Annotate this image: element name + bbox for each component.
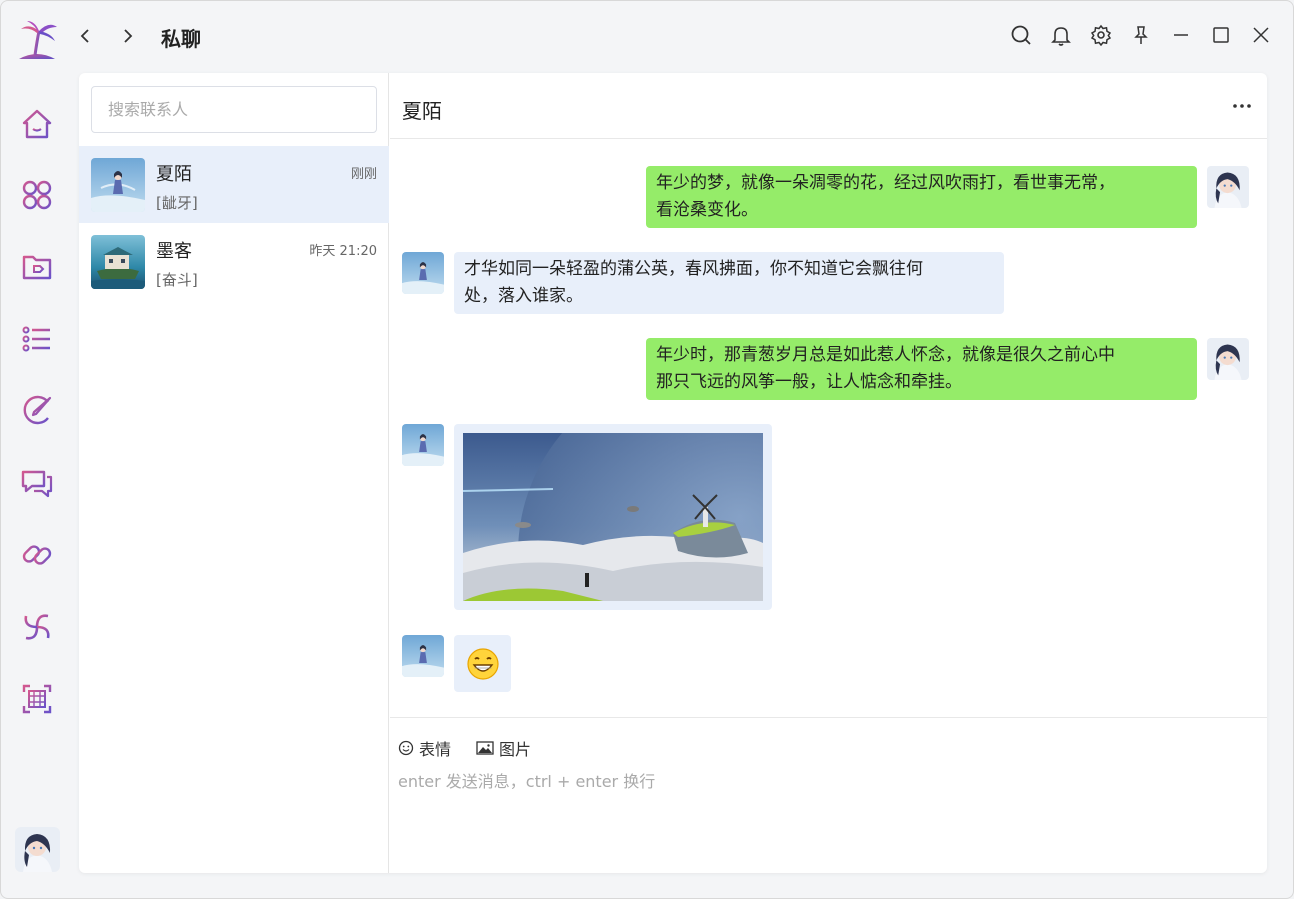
avatar: [91, 235, 145, 289]
avatar: [91, 158, 145, 212]
chat-pane: 夏陌 年少的梦，就像一朵凋零的花，经过风吹雨打，看世事无常， 看沧桑变化。 才华…: [390, 73, 1267, 873]
message-line: 才华如同一朵轻盈的蒲公英，春风拂面，你不知道它会飘往何: [464, 259, 923, 279]
more-icon[interactable]: [1231, 95, 1253, 117]
app-logo-icon: [15, 19, 59, 63]
home-icon: [22, 109, 52, 139]
app-window: 私聊 搜索联系人 夏陌 刚刚 [龇牙] 墨客 昨天 21:20 [奋斗] 夏陌 …: [0, 0, 1294, 899]
contact-item[interactable]: 墨客 昨天 21:20 [奋斗]: [79, 223, 389, 300]
chevron-left-icon: [80, 29, 89, 43]
chevron-right-icon: [124, 29, 133, 43]
close-icon[interactable]: [1249, 23, 1273, 47]
message-line: 年少时，那青葱岁月总是如此惹人怀念，就像是很久之前心中: [656, 345, 1115, 365]
message-bubble-sent[interactable]: 年少的梦，就像一朵凋零的花，经过风吹雨打，看世事无常， 看沧桑变化。: [646, 166, 1197, 228]
grin-emoji-icon: [466, 647, 499, 680]
message-bubble-received[interactable]: 才华如同一朵轻盈的蒲公英，春风拂面，你不知道它会飘往何 处，落入谁家。: [454, 252, 1004, 314]
message-line: 那只飞远的风筝一般，让人惦念和牵挂。: [656, 372, 962, 392]
rail-chat[interactable]: [19, 465, 55, 501]
pin-icon[interactable]: [1129, 23, 1153, 47]
search-icon[interactable]: [1009, 23, 1033, 47]
avatar[interactable]: [402, 424, 444, 466]
rail-list[interactable]: [19, 321, 55, 357]
contacts-pane: 夏陌 刚刚 [龇牙] 墨客 昨天 21:20: [79, 73, 389, 873]
chat-title: 夏陌: [402, 99, 442, 123]
message-input[interactable]: [396, 766, 1256, 862]
rail-paint[interactable]: [19, 393, 55, 429]
minimize-icon[interactable]: [1169, 23, 1193, 47]
main-panel: 夏陌 刚刚 [龇牙] 墨客 昨天 21:20: [79, 73, 1267, 873]
contact-last-message: [奋斗]: [156, 271, 198, 289]
rail-grid[interactable]: [19, 681, 55, 717]
title-bar: 私聊: [1, 1, 1293, 71]
message-emoji-bubble[interactable]: [454, 635, 511, 692]
image-button[interactable]: 图片: [476, 736, 531, 760]
rail-link[interactable]: [19, 537, 55, 573]
user-avatar[interactable]: [15, 827, 60, 872]
avatar[interactable]: [402, 635, 444, 677]
rail-folder[interactable]: [19, 249, 55, 285]
grid-icon: [22, 684, 52, 714]
contact-time: 刚刚: [350, 167, 377, 182]
smile-icon: [398, 740, 414, 756]
message-line: 看沧桑变化。: [656, 200, 758, 220]
link-icon: [22, 545, 52, 565]
contact-item[interactable]: 夏陌 刚刚 [龇牙]: [79, 146, 389, 223]
message-line: 年少的梦，就像一朵凋零的花，经过风吹雨打，看世事无常，: [656, 173, 1115, 193]
image-button-label: 图片: [499, 740, 532, 759]
bell-icon[interactable]: [1049, 23, 1073, 47]
message-line: 处，落入谁家。: [464, 286, 583, 306]
contact-name: 墨客: [156, 241, 192, 262]
forward-button[interactable]: [114, 23, 140, 49]
maximize-icon[interactable]: [1209, 23, 1233, 47]
side-rail: [1, 71, 77, 898]
message-list: 年少的梦，就像一朵凋零的花，经过风吹雨打，看世事无常， 看沧桑变化。 才华如同一…: [390, 140, 1267, 738]
rail-home[interactable]: [19, 106, 55, 142]
list-icon: [22, 326, 50, 352]
window-controls: [1009, 23, 1273, 47]
avatar[interactable]: [402, 252, 444, 294]
rail-vortex[interactable]: [19, 609, 55, 645]
apps-icon: [22, 180, 52, 210]
vortex-icon: [24, 614, 50, 640]
message-image-bubble[interactable]: [454, 368, 888, 738]
avatar[interactable]: [1207, 338, 1249, 380]
message-image[interactable]: [462, 368, 888, 738]
back-button[interactable]: [73, 23, 99, 49]
page-title: 私聊: [161, 27, 201, 51]
emoji-button-label: 表情: [419, 740, 452, 759]
message-bubble-sent[interactable]: 年少时，那青葱岁月总是如此惹人怀念，就像是很久之前心中 那只飞远的风筝一般，让人…: [646, 338, 1197, 400]
search-input[interactable]: [91, 86, 377, 133]
chat-bubbles-icon: [21, 470, 53, 498]
rail-apps[interactable]: [19, 177, 55, 213]
folder-tag-icon: [22, 255, 52, 280]
avatar[interactable]: [1207, 166, 1249, 208]
contact-last-message: [龇牙]: [156, 194, 198, 212]
message-composer: 表情 图片: [390, 717, 1267, 873]
gear-icon[interactable]: [1089, 23, 1113, 47]
contact-time: 昨天 21:20: [309, 244, 377, 259]
paint-icon: [23, 395, 52, 425]
emoji-button[interactable]: 表情: [398, 736, 451, 760]
chat-header: 夏陌: [390, 73, 1267, 139]
contact-name: 夏陌: [156, 164, 192, 185]
image-icon: [476, 741, 494, 755]
